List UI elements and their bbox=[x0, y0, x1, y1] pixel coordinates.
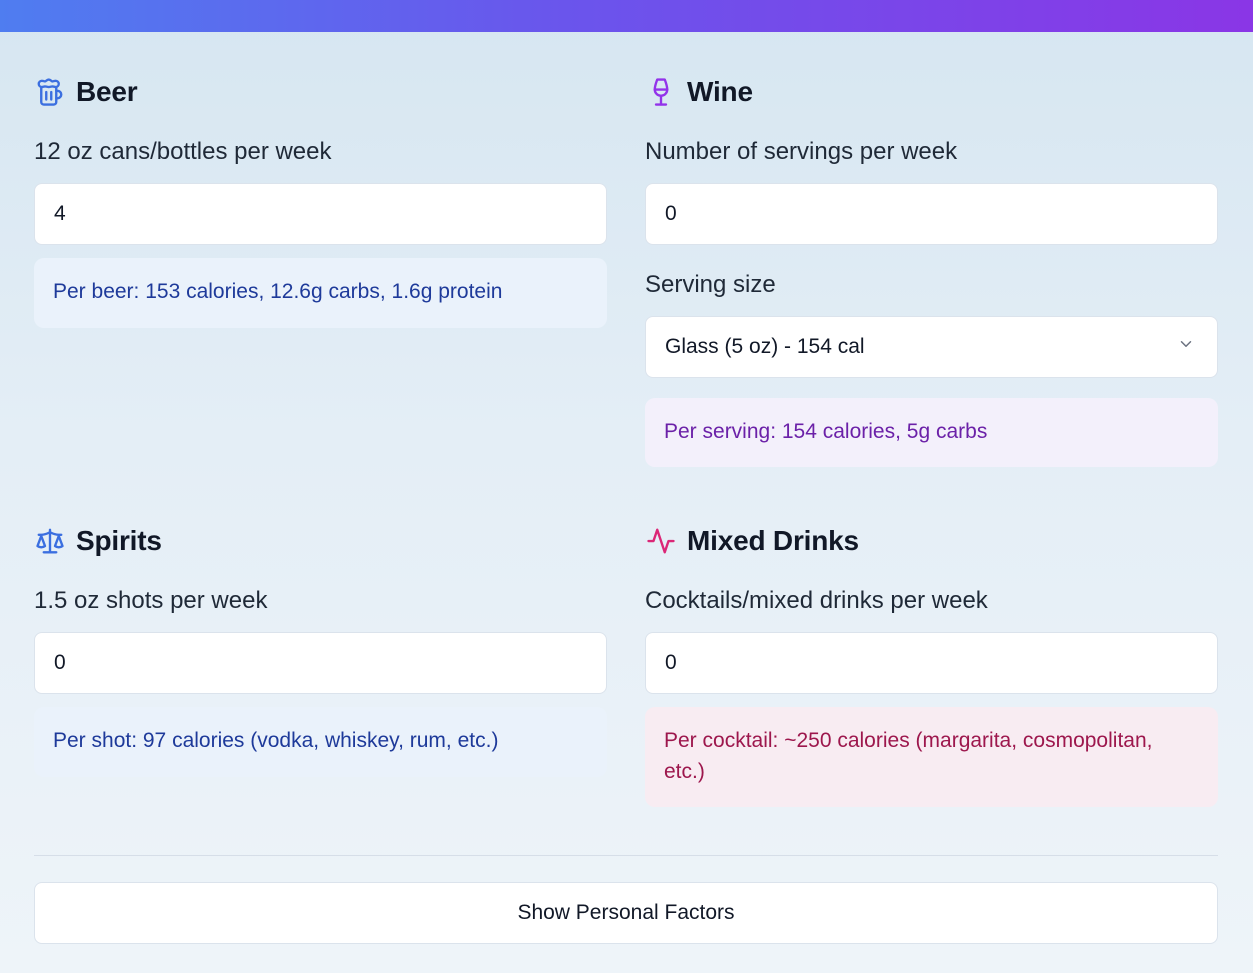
wine-glass-icon bbox=[645, 76, 677, 108]
wine-info-text: Per serving: 154 calories, 5g carbs bbox=[664, 420, 988, 443]
wine-serving-size-label: Serving size bbox=[645, 271, 776, 298]
wine-header: Wine bbox=[645, 70, 1218, 114]
spirits-title: Spirits bbox=[76, 525, 162, 556]
spirits-shots-input[interactable]: 0 bbox=[34, 632, 607, 694]
wine-title: Wine bbox=[687, 76, 753, 107]
spirits-shots-value: 0 bbox=[54, 651, 66, 674]
wine-serving-size-select[interactable]: Glass (5 oz) - 154 cal bbox=[645, 316, 1218, 378]
mixed-drinks-info-text: Per cocktail: ~250 calories (margarita, … bbox=[664, 729, 1153, 783]
mixed-drinks-input[interactable]: 0 bbox=[645, 632, 1218, 694]
mixed-drinks-section: Mixed Drinks Cocktails/mixed drinks per … bbox=[645, 519, 1218, 807]
beer-quantity-value: 4 bbox=[54, 202, 66, 225]
beer-section: Beer 12 oz cans/bottles per week 4 Per b… bbox=[34, 70, 607, 328]
wine-serving-size-value: Glass (5 oz) - 154 cal bbox=[665, 335, 865, 358]
mixed-drinks-info-box: Per cocktail: ~250 calories (margarita, … bbox=[645, 707, 1218, 807]
wine-servings-input[interactable]: 0 bbox=[645, 183, 1218, 245]
spirits-info-box: Per shot: 97 calories (vodka, whiskey, r… bbox=[34, 707, 607, 777]
beer-field-label: 12 oz cans/bottles per week bbox=[34, 138, 332, 165]
wine-servings-value: 0 bbox=[665, 202, 677, 225]
spirits-field-label: 1.5 oz shots per week bbox=[34, 587, 268, 614]
wine-field-label: Number of servings per week bbox=[645, 138, 958, 165]
beer-info-box: Per beer: 153 calories, 12.6g carbs, 1.6… bbox=[34, 258, 607, 328]
activity-icon bbox=[645, 525, 677, 557]
beer-header: Beer bbox=[34, 70, 607, 114]
wine-section: Wine Number of servings per week 0 Servi… bbox=[645, 70, 1218, 467]
spirits-header: Spirits bbox=[34, 519, 607, 563]
spirits-info-text: Per shot: 97 calories (vodka, whiskey, r… bbox=[53, 729, 499, 752]
section-divider bbox=[34, 855, 1218, 856]
mixed-drinks-field-label: Cocktails/mixed drinks per week bbox=[645, 587, 988, 614]
wine-info-box: Per serving: 154 calories, 5g carbs bbox=[645, 398, 1218, 467]
mixed-drinks-header: Mixed Drinks bbox=[645, 519, 1218, 563]
beer-info-text: Per beer: 153 calories, 12.6g carbs, 1.6… bbox=[53, 280, 503, 303]
mixed-drinks-value: 0 bbox=[665, 651, 677, 674]
chevron-down-icon bbox=[1177, 335, 1195, 359]
show-personal-factors-button[interactable]: Show Personal Factors bbox=[34, 882, 1218, 944]
beer-mug-icon bbox=[34, 76, 66, 108]
top-gradient-bar bbox=[0, 0, 1253, 32]
mixed-drinks-title: Mixed Drinks bbox=[687, 525, 859, 556]
scale-icon bbox=[34, 525, 66, 557]
beer-quantity-input[interactable]: 4 bbox=[34, 183, 607, 245]
spirits-section: Spirits 1.5 oz shots per week 0 Per shot… bbox=[34, 519, 607, 777]
beer-title: Beer bbox=[76, 76, 138, 107]
